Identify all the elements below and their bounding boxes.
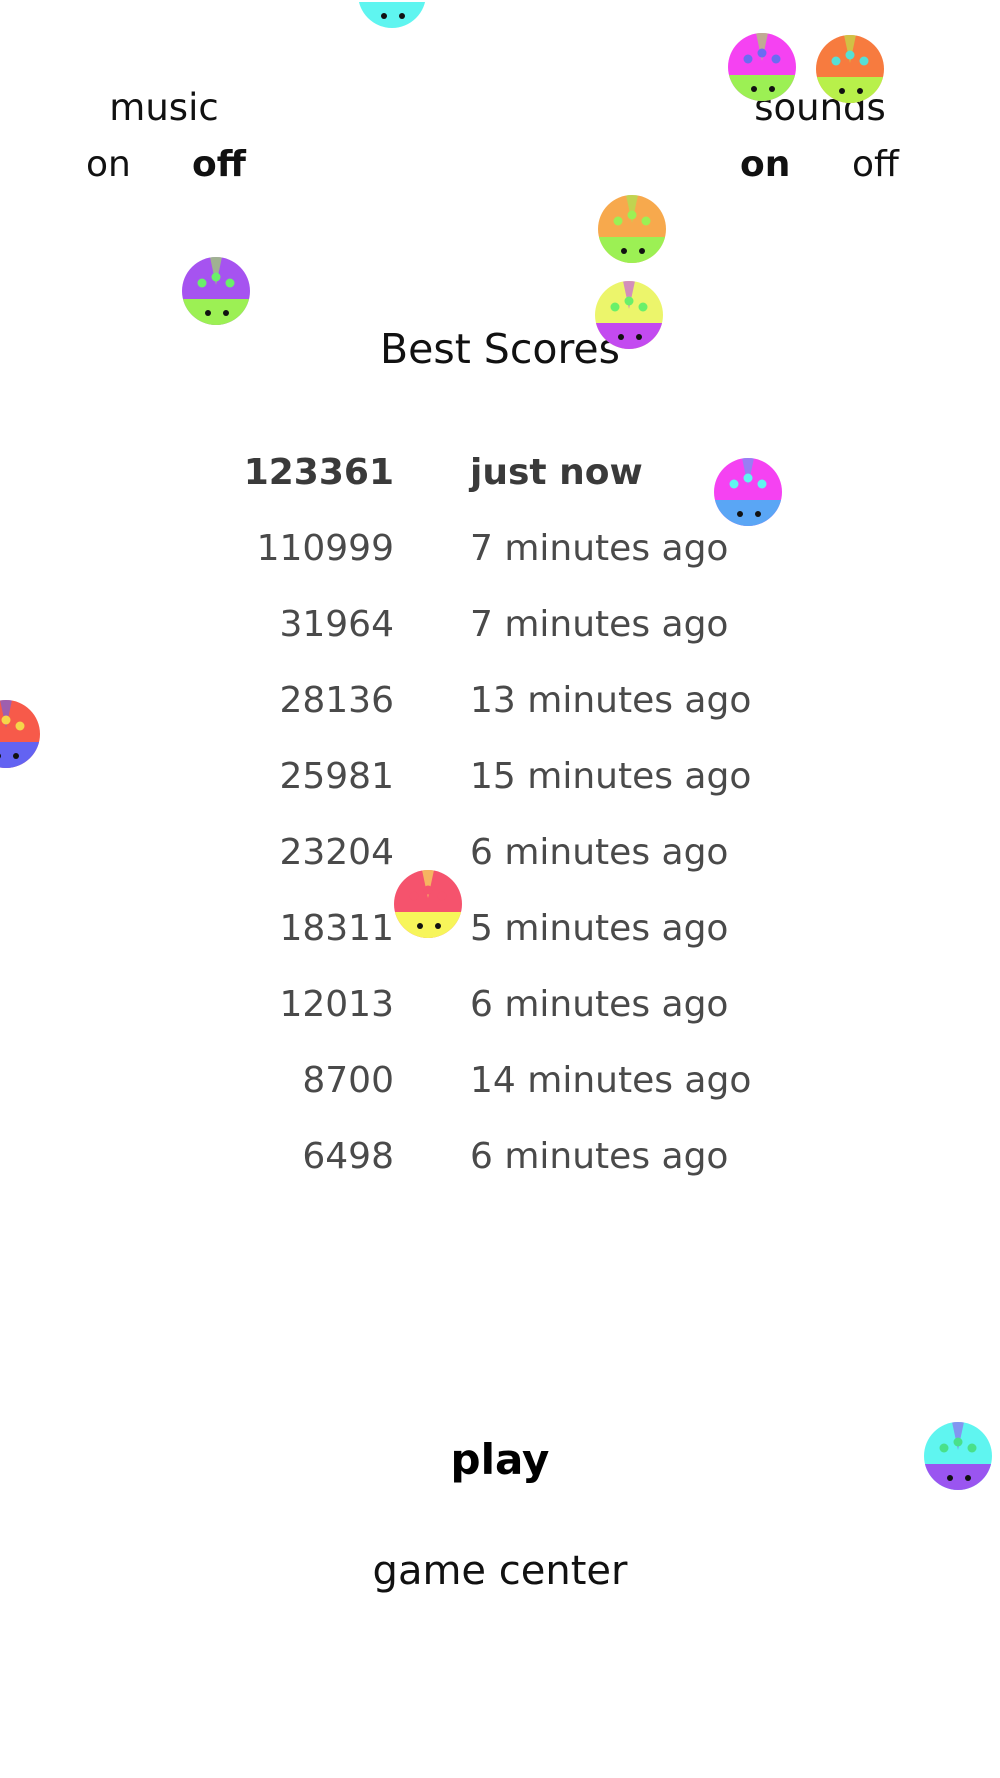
- score-value: 23204: [279, 832, 394, 873]
- score-value: 6498: [302, 1136, 394, 1177]
- bug-sprite-cyan-top: [358, 0, 426, 28]
- score-row: 18311 5 minutes ago: [0, 908, 1000, 968]
- score-time: 6 minutes ago: [470, 832, 729, 873]
- score-row: 12013 6 minutes ago: [0, 984, 1000, 1044]
- music-off-option[interactable]: off: [192, 144, 246, 185]
- score-row: 110999 7 minutes ago: [0, 528, 1000, 588]
- score-row: 23204 6 minutes ago: [0, 832, 1000, 892]
- bug-sprite-purple: [182, 257, 250, 325]
- score-value: 123361: [243, 452, 394, 493]
- score-time: 7 minutes ago: [470, 528, 729, 569]
- sounds-label: sounds: [754, 86, 886, 129]
- score-time: 5 minutes ago: [470, 908, 729, 949]
- score-value: 31964: [279, 604, 394, 645]
- score-row: 6498 6 minutes ago: [0, 1136, 1000, 1196]
- game-center-button[interactable]: game center: [0, 1548, 1000, 1594]
- score-time: just now: [470, 452, 643, 493]
- score-row: 8700 14 minutes ago: [0, 1060, 1000, 1120]
- music-on-option[interactable]: on: [86, 144, 131, 185]
- score-value: 8700: [302, 1060, 394, 1101]
- score-time: 6 minutes ago: [470, 984, 729, 1025]
- music-label: music: [109, 86, 219, 129]
- bug-sprite-lime-orange: [598, 195, 666, 263]
- score-row: 28136 13 minutes ago: [0, 680, 1000, 740]
- score-row: 123361 just now: [0, 452, 1000, 512]
- play-button[interactable]: play: [0, 1435, 1000, 1484]
- score-time: 15 minutes ago: [470, 756, 752, 797]
- sounds-on-option[interactable]: on: [740, 144, 790, 185]
- sounds-off-option[interactable]: off: [852, 144, 899, 185]
- score-row: 25981 15 minutes ago: [0, 756, 1000, 816]
- score-row: 31964 7 minutes ago: [0, 604, 1000, 664]
- score-time: 6 minutes ago: [470, 1136, 729, 1177]
- score-value: 25981: [279, 756, 394, 797]
- score-value: 28136: [279, 680, 394, 721]
- score-value: 12013: [279, 984, 394, 1025]
- score-value: 18311: [279, 908, 394, 949]
- score-time: 7 minutes ago: [470, 604, 729, 645]
- score-time: 13 minutes ago: [470, 680, 752, 721]
- best-scores-heading: Best Scores: [379, 325, 620, 373]
- score-time: 14 minutes ago: [470, 1060, 752, 1101]
- score-value: 110999: [256, 528, 394, 569]
